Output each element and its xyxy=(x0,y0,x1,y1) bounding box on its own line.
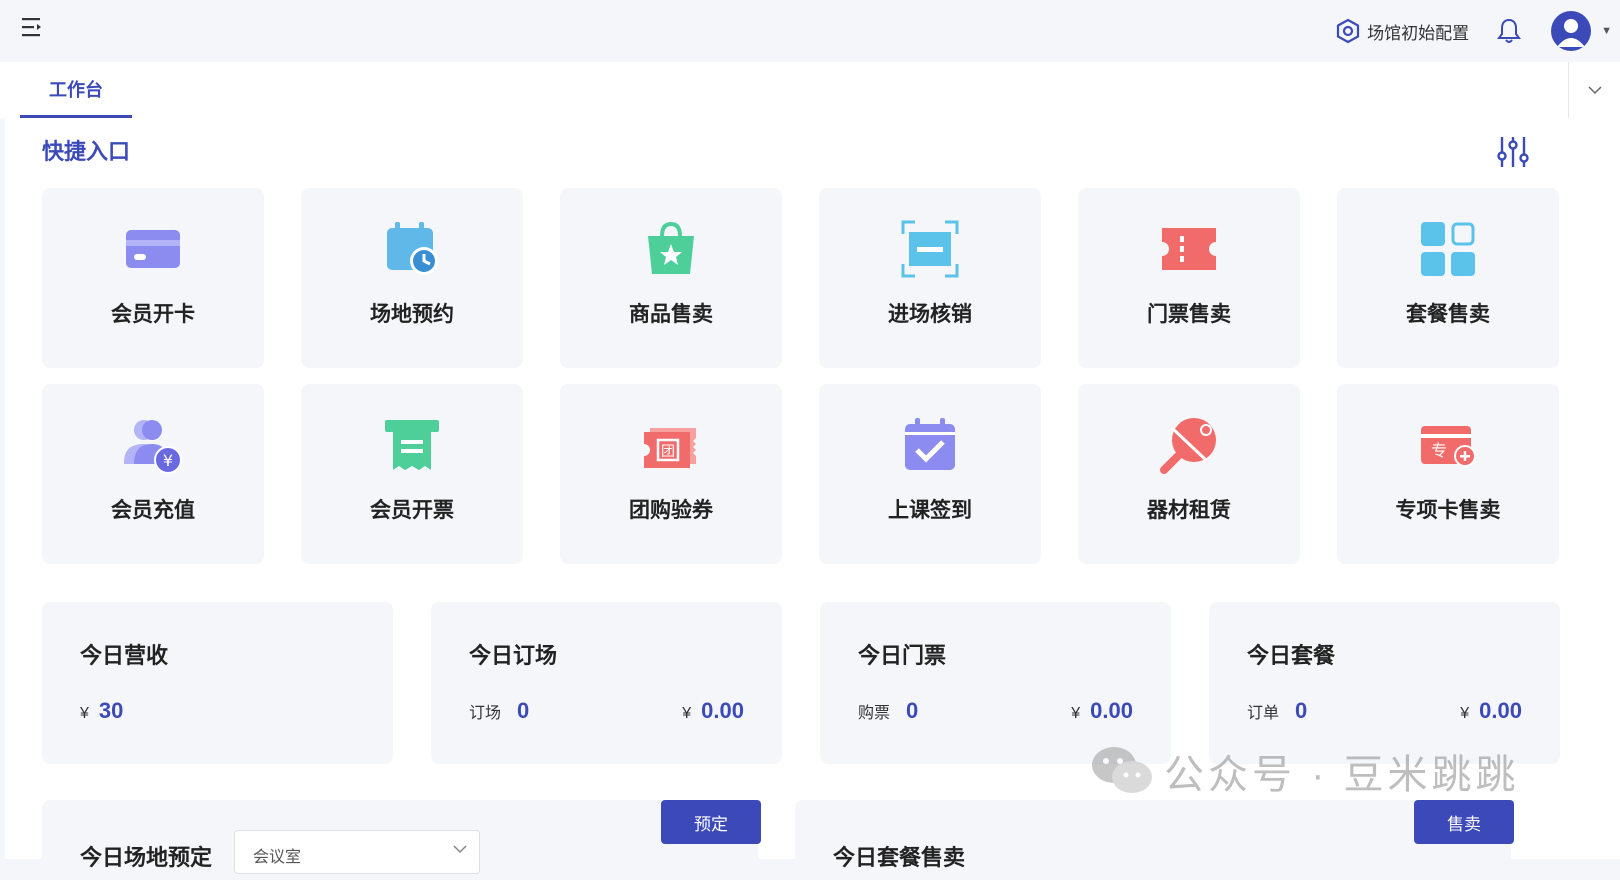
menu-toggle-icon[interactable] xyxy=(22,16,44,38)
user-avatar[interactable] xyxy=(1551,11,1592,51)
quick-label: 进场核销 xyxy=(888,303,972,326)
quick-label: 会员开卡 xyxy=(111,303,195,326)
currency-symbol: ¥ xyxy=(1071,705,1081,722)
quick-label: 商品售卖 xyxy=(629,303,713,326)
quick-label: 套餐售卖 xyxy=(1406,303,1490,326)
stat-revenue: 今日营收 ¥ 30 xyxy=(42,602,393,764)
stat-title: 今日门票 xyxy=(858,643,947,668)
package-sale-panel: 今日套餐售卖 售卖 xyxy=(795,800,1514,880)
special-card-icon: 专 xyxy=(1421,426,1476,467)
venue-config-label: 场馆初始配置 xyxy=(1367,23,1470,43)
venue-config-link[interactable]: 场馆初始配置 xyxy=(1335,18,1469,44)
tab-dropdown-button[interactable] xyxy=(1568,62,1620,118)
stat-packages: 今日套餐 订单 0 ¥ 0.00 xyxy=(1209,602,1560,764)
panel-title: 今日场地预定 xyxy=(80,845,213,870)
stat-key: 购票 xyxy=(858,705,891,722)
ping-pong-icon xyxy=(1160,418,1216,474)
quick-label: 器材租赁 xyxy=(1147,499,1231,522)
stat-count: 0 xyxy=(1295,698,1308,723)
invoice-icon xyxy=(385,420,439,470)
select-value: 会议室 xyxy=(253,849,302,866)
quick-goods-sale[interactable]: 商品售卖 xyxy=(560,188,782,368)
quick-entry-title: 快捷入口 xyxy=(42,139,131,164)
hexagon-settings-icon xyxy=(1337,18,1360,44)
tab-workbench[interactable]: 工作台 xyxy=(20,62,132,118)
quick-label: 会员开票 xyxy=(370,499,454,522)
stat-court-booking: 今日订场 订场 0 ¥ 0.00 xyxy=(431,602,782,764)
svg-text:¥: ¥ xyxy=(163,451,173,470)
ticket-icon xyxy=(1162,228,1216,270)
venue-type-select[interactable]: 会议室 xyxy=(234,830,480,874)
coupon-icon: 团 xyxy=(644,428,696,468)
stat-amount: 0.00 xyxy=(701,698,744,723)
stat-count: 0 xyxy=(906,698,919,723)
quick-ticket-sale[interactable]: 门票售卖 xyxy=(1078,188,1300,368)
quick-entry-grid: 会员开卡 场地预约 商品售卖 进场核销 门票售卖 套餐售卖 ¥ 会员充值 会员开… xyxy=(42,188,1559,564)
quick-member-invoice[interactable]: 会员开票 xyxy=(301,384,523,564)
panel-title: 今日套餐售卖 xyxy=(833,845,966,870)
scan-icon xyxy=(901,220,959,278)
shopping-bag-icon xyxy=(648,221,694,274)
top-header: 场馆初始配置 ▼ xyxy=(0,0,1620,62)
svg-text:专: 专 xyxy=(1431,441,1447,460)
sell-button[interactable]: 售卖 xyxy=(1414,800,1514,844)
venue-booking-panel: 今日场地预定 会议室 预定 xyxy=(42,800,761,880)
watermark-text: 公众号 · 豆米跳跳 xyxy=(1164,753,1520,797)
chevron-down-icon xyxy=(1587,85,1602,94)
member-card-icon xyxy=(126,230,180,268)
today-stats: 今日营收 ¥ 30 今日订场 订场 0 ¥ 0.00 今日门票 购票 0 ¥ 0… xyxy=(42,602,1560,764)
currency-symbol: ¥ xyxy=(682,705,692,722)
quick-label: 门票售卖 xyxy=(1147,303,1231,326)
calendar-check-icon xyxy=(905,418,955,470)
bell-icon[interactable] xyxy=(1495,17,1523,45)
currency-symbol: ¥ xyxy=(80,705,89,722)
quick-label: 团购验券 xyxy=(629,499,713,522)
tab-bar: 工作台 xyxy=(0,62,1620,118)
stat-count: 0 xyxy=(517,698,530,723)
sliders-settings-icon[interactable] xyxy=(1495,134,1531,170)
stat-tickets: 今日门票 购票 0 ¥ 0.00 xyxy=(820,602,1171,764)
quick-label: 场地预约 xyxy=(370,303,454,326)
stat-title: 今日套餐 xyxy=(1247,643,1336,668)
stat-key: 订单 xyxy=(1247,705,1280,722)
stat-title: 今日营收 xyxy=(80,643,169,668)
chevron-down-icon xyxy=(453,845,467,854)
quick-label: 上课签到 xyxy=(888,499,972,522)
stat-title: 今日订场 xyxy=(469,643,558,668)
quick-entry-verify[interactable]: 进场核销 xyxy=(819,188,1041,368)
avatar-dropdown-caret-icon[interactable]: ▼ xyxy=(1601,25,1612,37)
stat-amount: 0.00 xyxy=(1090,698,1133,723)
svg-text:团: 团 xyxy=(661,444,675,460)
quick-label: 专项卡售卖 xyxy=(1395,499,1501,522)
quick-package-sale[interactable]: 套餐售卖 xyxy=(1337,188,1559,368)
wechat-icon xyxy=(1092,747,1152,793)
user-icon xyxy=(1557,19,1586,47)
member-recharge-icon: ¥ xyxy=(124,420,182,474)
quick-venue-booking[interactable]: 场地预约 xyxy=(301,188,523,368)
quick-member-recharge[interactable]: ¥ 会员充值 xyxy=(42,384,264,564)
revenue-value: 30 xyxy=(98,698,124,723)
quick-member-card[interactable]: 会员开卡 xyxy=(42,188,264,368)
quick-special-card-sale[interactable]: 专 专项卡售卖 xyxy=(1337,384,1559,564)
quick-class-checkin[interactable]: 上课签到 xyxy=(819,384,1041,564)
currency-symbol: ¥ xyxy=(1460,705,1470,722)
quick-groupbuy-coupon[interactable]: 团 团购验券 xyxy=(560,384,782,564)
quick-equipment-rental[interactable]: 器材租赁 xyxy=(1078,384,1300,564)
stat-key: 订场 xyxy=(469,705,502,722)
stat-amount: 0.00 xyxy=(1479,698,1522,723)
calendar-clock-icon xyxy=(387,222,438,275)
grid-icon xyxy=(1421,222,1475,276)
watermark: 公众号 · 豆米跳跳 xyxy=(1090,742,1520,800)
book-button[interactable]: 预定 xyxy=(661,800,761,844)
quick-label: 会员充值 xyxy=(111,499,195,522)
